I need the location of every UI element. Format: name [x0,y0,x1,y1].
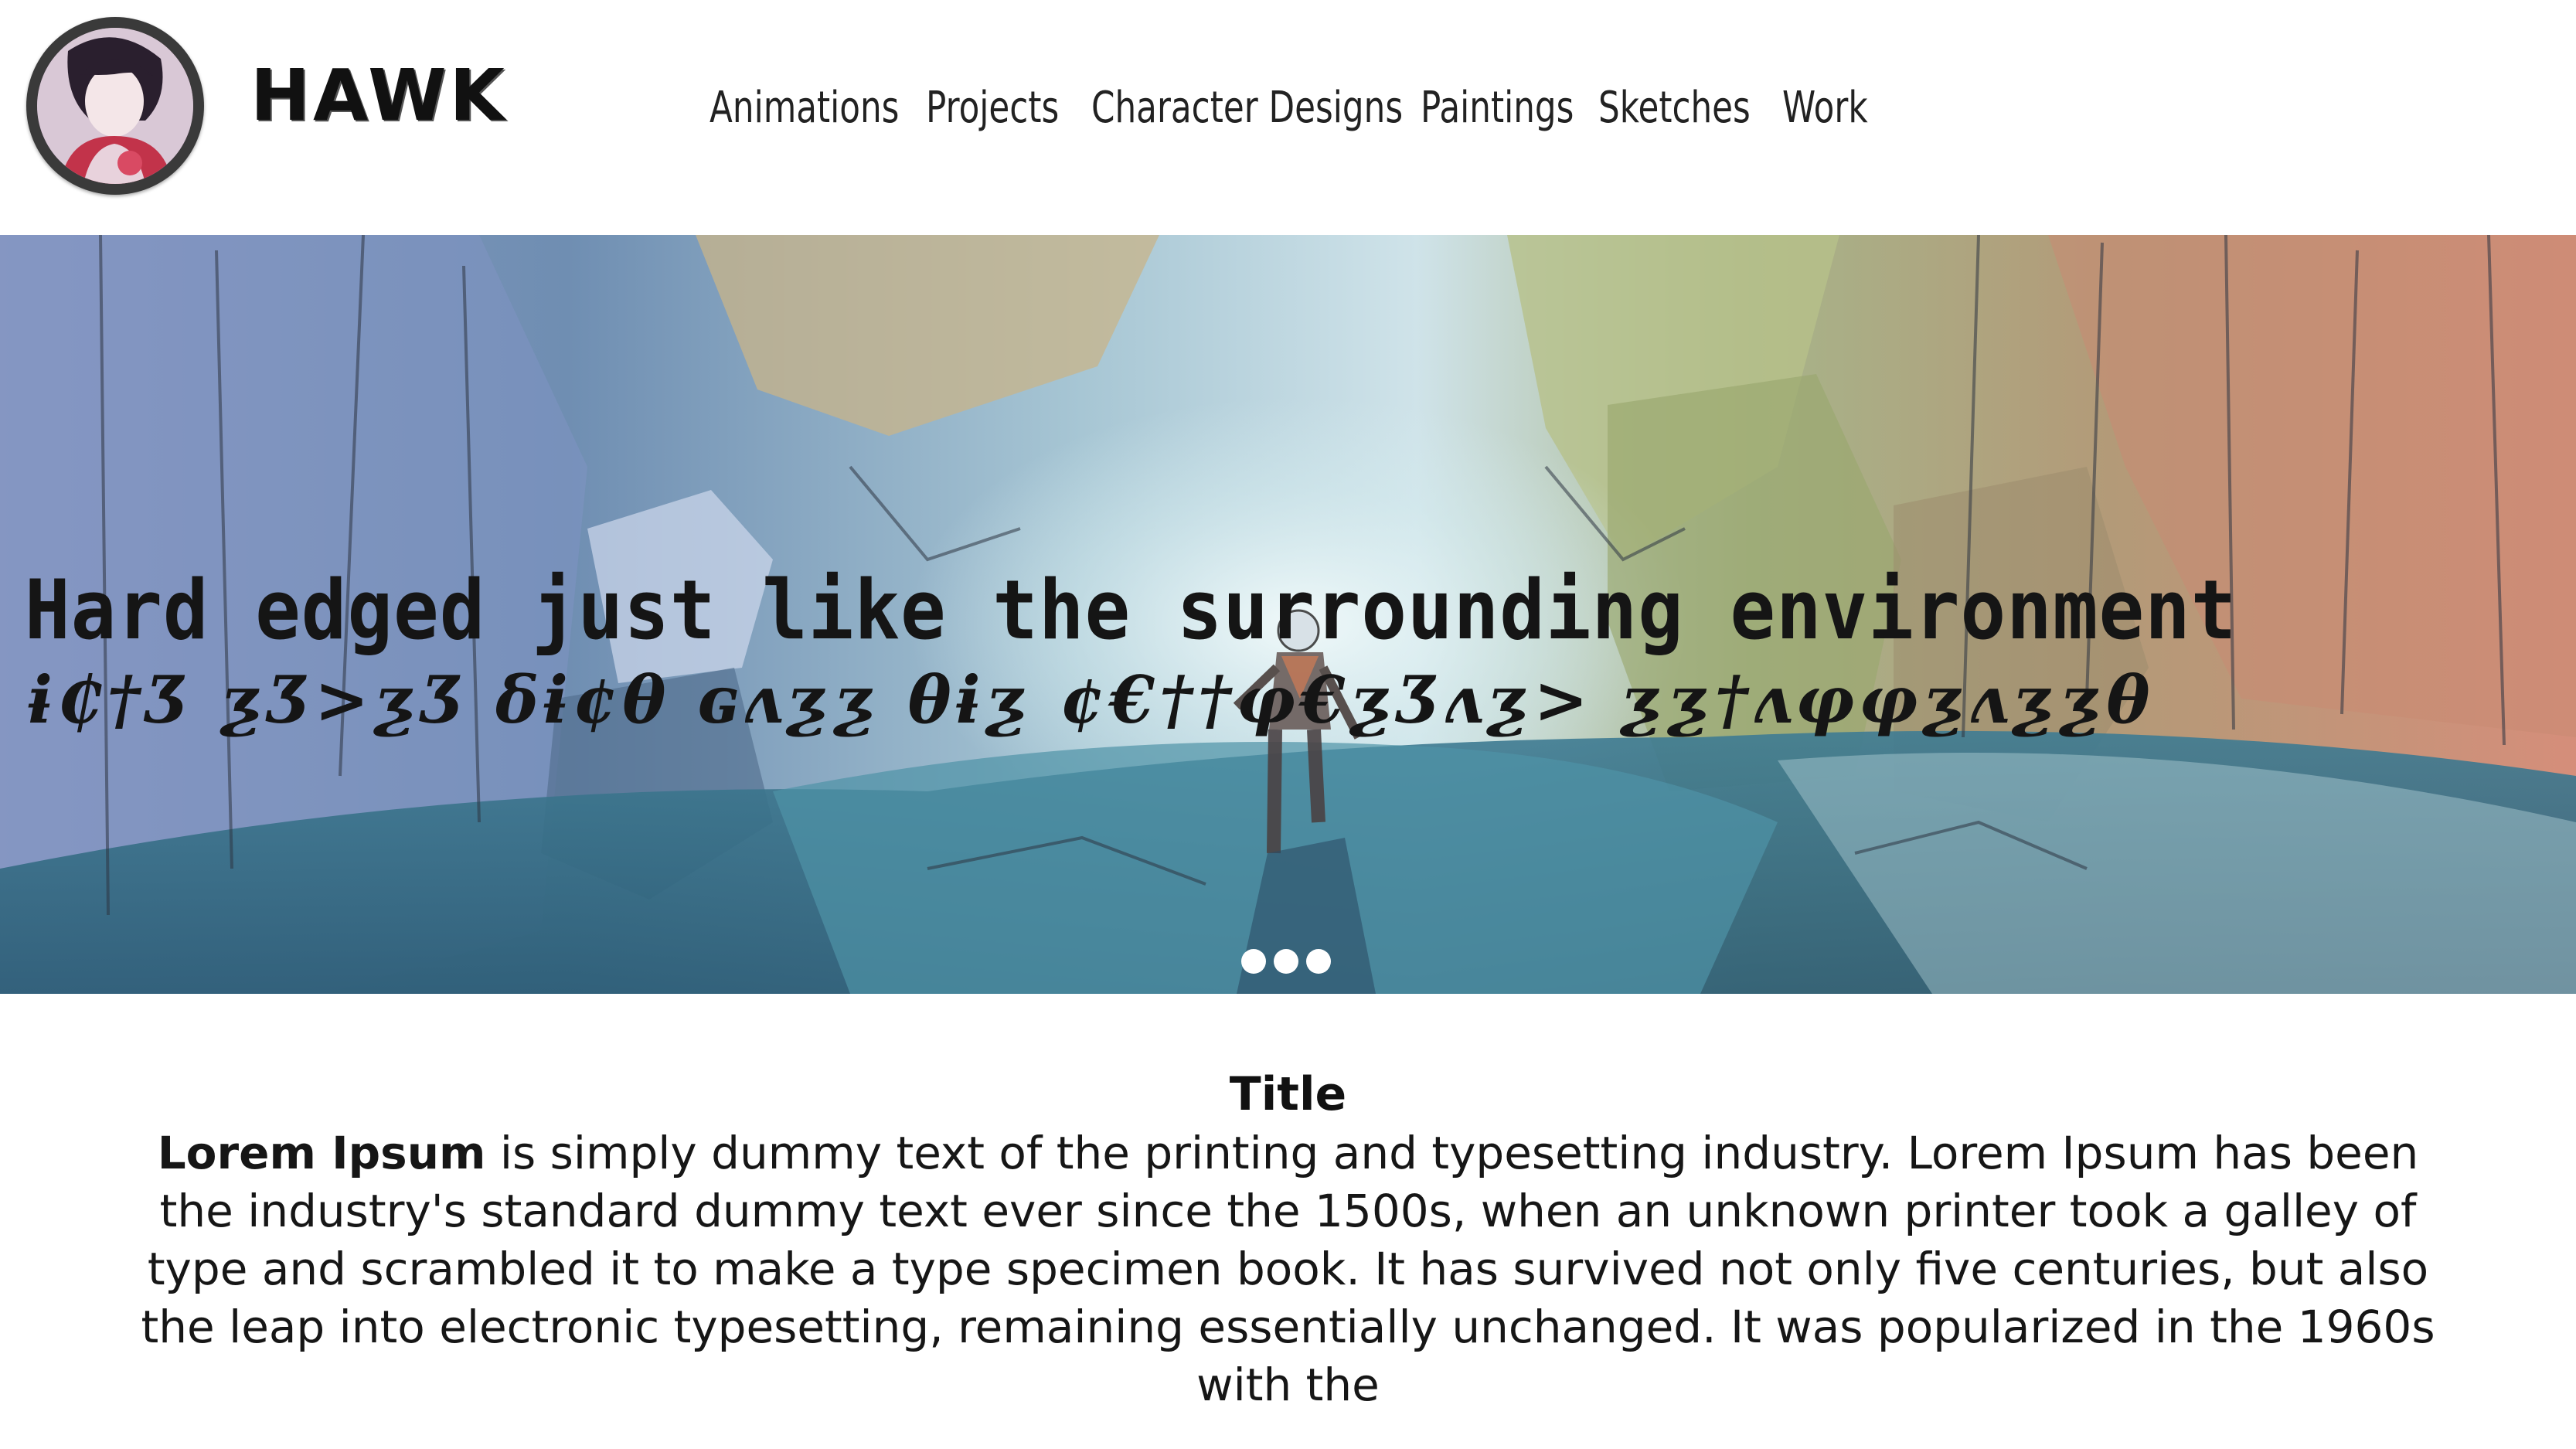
slider-dot-1[interactable] [1241,949,1266,974]
nav-sketches[interactable]: Sketches [1598,77,1751,139]
avatar-portrait-image [37,28,193,184]
hero-subtitle-alien-script: ɨ₵†Ʒ ƺƷ>ƺƷ δɨ¢θ ɢʌƺƺ θɨƺ ¢€††φ€ƺƷʌƺ> ƺƺ†… [28,662,2155,738]
nav-animations[interactable]: Animations [710,77,899,139]
content-title: Title [1229,1067,1347,1121]
content-lead: Lorem Ipsum [157,1127,486,1179]
slider-dot-2[interactable] [1274,949,1298,974]
content-body-text: is simply dummy text of the printing and… [141,1127,2435,1411]
site-header: HAWK Animations Projects Character Desig… [0,0,2576,235]
avatar[interactable] [26,17,204,195]
portrait-illustration [37,28,193,184]
nav-projects[interactable]: Projects [926,77,1059,139]
slider-dot-3[interactable] [1306,949,1331,974]
page: HAWK Animations Projects Character Desig… [0,0,2576,1449]
hero-title: Hard edged just like the surrounding env… [25,563,2237,658]
nav-paintings[interactable]: Paintings [1421,77,1574,139]
slider-dots [1241,949,1331,975]
brand-logo-text[interactable]: HAWK [250,60,508,131]
nav-work[interactable]: Work [1782,77,1868,139]
content-body: Lorem Ipsum is simply dummy text of the … [116,1124,2460,1414]
nav-character-designs[interactable]: Character Designs [1091,77,1403,139]
hero-slider: Hard edged just like the surrounding env… [0,235,2576,994]
